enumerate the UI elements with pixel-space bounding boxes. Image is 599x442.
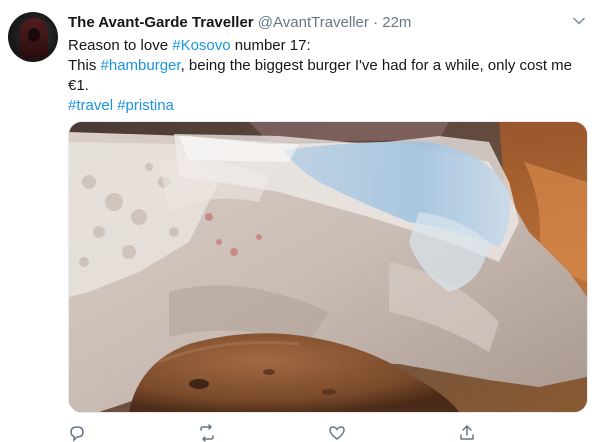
line1-prefix: Reason to love <box>68 37 173 54</box>
tweet-actions <box>68 420 586 442</box>
tweet-photo[interactable] <box>68 121 588 413</box>
hashtag-kosovo[interactable]: #Kosovo <box>172 37 230 54</box>
tweet-timestamp[interactable]: 22m <box>382 14 411 31</box>
hashtag-travel[interactable]: #travel <box>68 97 113 114</box>
avatar[interactable] <box>8 12 58 62</box>
hashtag-hamburger[interactable]: #hamburger <box>101 57 181 74</box>
hashtag-pristina[interactable]: #pristina <box>117 97 174 114</box>
separator-dot: · <box>373 14 379 31</box>
author-handle[interactable]: @AvantTraveller <box>258 14 369 31</box>
share-icon[interactable] <box>458 424 476 442</box>
chevron-down-icon[interactable] <box>571 13 587 29</box>
line2-prefix: This <box>68 57 101 74</box>
tweet-line-2: This #hamburger, being the biggest burge… <box>68 56 588 96</box>
tweet-line-1: Reason to love #Kosovo number 17: <box>68 36 588 56</box>
tweet-tags-line: #travel #pristina <box>68 96 588 116</box>
heart-icon[interactable] <box>328 424 346 442</box>
burger-photo-illustration <box>69 122 587 412</box>
tweet[interactable]: The Avant-Garde Traveller @AvantTravelle… <box>0 0 599 442</box>
tweet-header: The Avant-Garde Traveller @AvantTravelle… <box>68 13 411 33</box>
author-name[interactable]: The Avant-Garde Traveller <box>68 14 254 31</box>
retweet-icon[interactable] <box>198 424 216 442</box>
reply-icon[interactable] <box>68 424 86 442</box>
line1-suffix: number 17: <box>230 37 311 54</box>
avatar-face-shape <box>28 28 40 42</box>
tweet-text: Reason to love #Kosovo number 17: This #… <box>68 36 588 116</box>
